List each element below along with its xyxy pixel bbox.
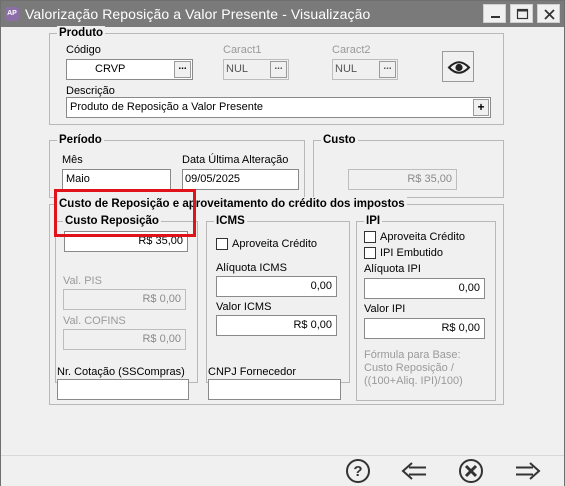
val-pis-field[interactable]: R$ 0,00 <box>63 289 186 310</box>
nr-cotacao-label: Nr. Cotação (SSCompras) <box>57 366 185 378</box>
caract1-field[interactable]: NUL ... <box>223 59 289 80</box>
view-button[interactable] <box>442 51 474 82</box>
val-cofins-field[interactable]: R$ 0,00 <box>63 329 186 350</box>
periodo-legend: Período <box>57 133 104 147</box>
ipi-legend: IPI <box>364 214 383 228</box>
data-alteracao-label: Data Última Alteração <box>182 154 289 166</box>
minimize-button[interactable] <box>483 4 506 23</box>
val-pis-label: Val. PIS <box>63 275 102 287</box>
cancel-button[interactable] <box>457 458 485 484</box>
data-alteracao-value: 09/05/2025 <box>185 173 241 185</box>
ipi-aproveita-label: Aproveita Crédito <box>380 231 465 243</box>
ipi-aproveita-checkbox[interactable] <box>364 231 376 243</box>
arrow-right-icon <box>516 462 541 480</box>
codigo-label: Código <box>66 44 101 56</box>
icms-aproveita-checkbox[interactable] <box>216 238 228 250</box>
mes-field[interactable]: Maio <box>62 169 171 190</box>
client-area: Produto Código CRVP ... Caract1 NUL ... … <box>1 26 564 455</box>
custo-value: R$ 35,00 <box>407 173 452 185</box>
bottom-toolbar: ? <box>1 455 564 486</box>
formula-line-3: ((100+Aliq. IPI)/100) <box>364 375 463 387</box>
aliquota-ipi-label: Alíquota IPI <box>364 263 421 275</box>
aliquota-icms-value: 0,00 <box>310 280 332 292</box>
arrow-left-icon <box>401 462 426 480</box>
mes-label: Mês <box>62 154 83 166</box>
back-button[interactable] <box>400 458 428 484</box>
aliquota-icms-field[interactable]: 0,00 <box>216 276 337 297</box>
icms-legend: ICMS <box>214 214 247 228</box>
val-cofins-value: R$ 0,00 <box>142 333 181 345</box>
maximize-icon <box>516 8 529 20</box>
valor-ipi-field[interactable]: R$ 0,00 <box>364 318 485 339</box>
question-circle-icon: ? <box>346 459 370 483</box>
valor-icms-field[interactable]: R$ 0,00 <box>216 315 337 336</box>
window-title: Valorização Reposição a Valor Presente -… <box>25 6 371 22</box>
valor-ipi-label: Valor IPI <box>364 303 406 315</box>
caract2-lookup-button[interactable]: ... <box>379 61 396 78</box>
descricao-field[interactable]: Produto de Reposição a Valor Presente + <box>66 97 491 118</box>
produto-legend: Produto <box>57 26 106 40</box>
nr-cotacao-field[interactable] <box>57 379 189 400</box>
caract1-label: Caract1 <box>223 44 262 56</box>
maximize-button[interactable] <box>510 4 533 23</box>
caract1-lookup-button[interactable]: ... <box>270 61 287 78</box>
valor-ipi-value: R$ 0,00 <box>441 322 480 334</box>
ipi-embutido-label: IPI Embutido <box>380 247 443 259</box>
descricao-add-button[interactable]: + <box>473 99 489 116</box>
aliquota-icms-label: Alíquota ICMS <box>216 262 287 274</box>
codigo-field[interactable]: CRVP ... <box>66 59 193 80</box>
app-icon: AP <box>5 7 19 21</box>
descricao-value: Produto de Reposição a Valor Presente <box>70 101 264 113</box>
ipi-embutido-checkbox[interactable] <box>364 247 376 259</box>
codigo-value: CRVP <box>95 63 126 75</box>
caract2-field[interactable]: NUL ... <box>332 59 398 80</box>
caract2-label: Caract2 <box>332 44 371 56</box>
minimize-icon <box>491 16 500 18</box>
caract1-value: NUL <box>226 63 249 75</box>
icms-aproveita-label: Aproveita Crédito <box>232 238 317 250</box>
help-button[interactable]: ? <box>344 458 372 484</box>
valor-icms-label: Valor ICMS <box>216 301 272 313</box>
cnpj-fornecedor-label: CNPJ Fornecedor <box>208 366 297 378</box>
caract2-value: NUL <box>335 63 358 75</box>
custo-field[interactable]: R$ 35,00 <box>348 169 457 190</box>
x-circle-icon <box>459 459 483 483</box>
svg-text:?: ? <box>353 463 362 480</box>
dialog-window: AP Valorização Reposição a Valor Present… <box>0 0 565 486</box>
aliquota-ipi-field[interactable]: 0,00 <box>364 278 485 299</box>
mes-value: Maio <box>66 173 90 185</box>
val-cofins-label: Val. COFINS <box>63 315 126 327</box>
codigo-lookup-button[interactable]: ... <box>174 61 191 78</box>
cnpj-fornecedor-field[interactable] <box>208 379 341 400</box>
forward-button[interactable] <box>514 458 542 484</box>
title-bar[interactable]: AP Valorização Reposição a Valor Present… <box>1 1 564 27</box>
formula-line-1: Fórmula para Base: <box>364 349 461 361</box>
data-alteracao-field[interactable]: 09/05/2025 <box>182 169 299 190</box>
val-pis-value: R$ 0,00 <box>142 293 181 305</box>
close-button[interactable] <box>537 4 560 23</box>
custo-legend: Custo <box>321 133 358 147</box>
custo-reposicao-highlight <box>54 189 196 237</box>
formula-line-2: Custo Reposição / <box>364 362 454 374</box>
aliquota-ipi-value: 0,00 <box>458 282 480 294</box>
close-icon <box>544 9 555 20</box>
eye-icon <box>447 61 471 74</box>
valor-icms-value: R$ 0,00 <box>293 319 332 331</box>
